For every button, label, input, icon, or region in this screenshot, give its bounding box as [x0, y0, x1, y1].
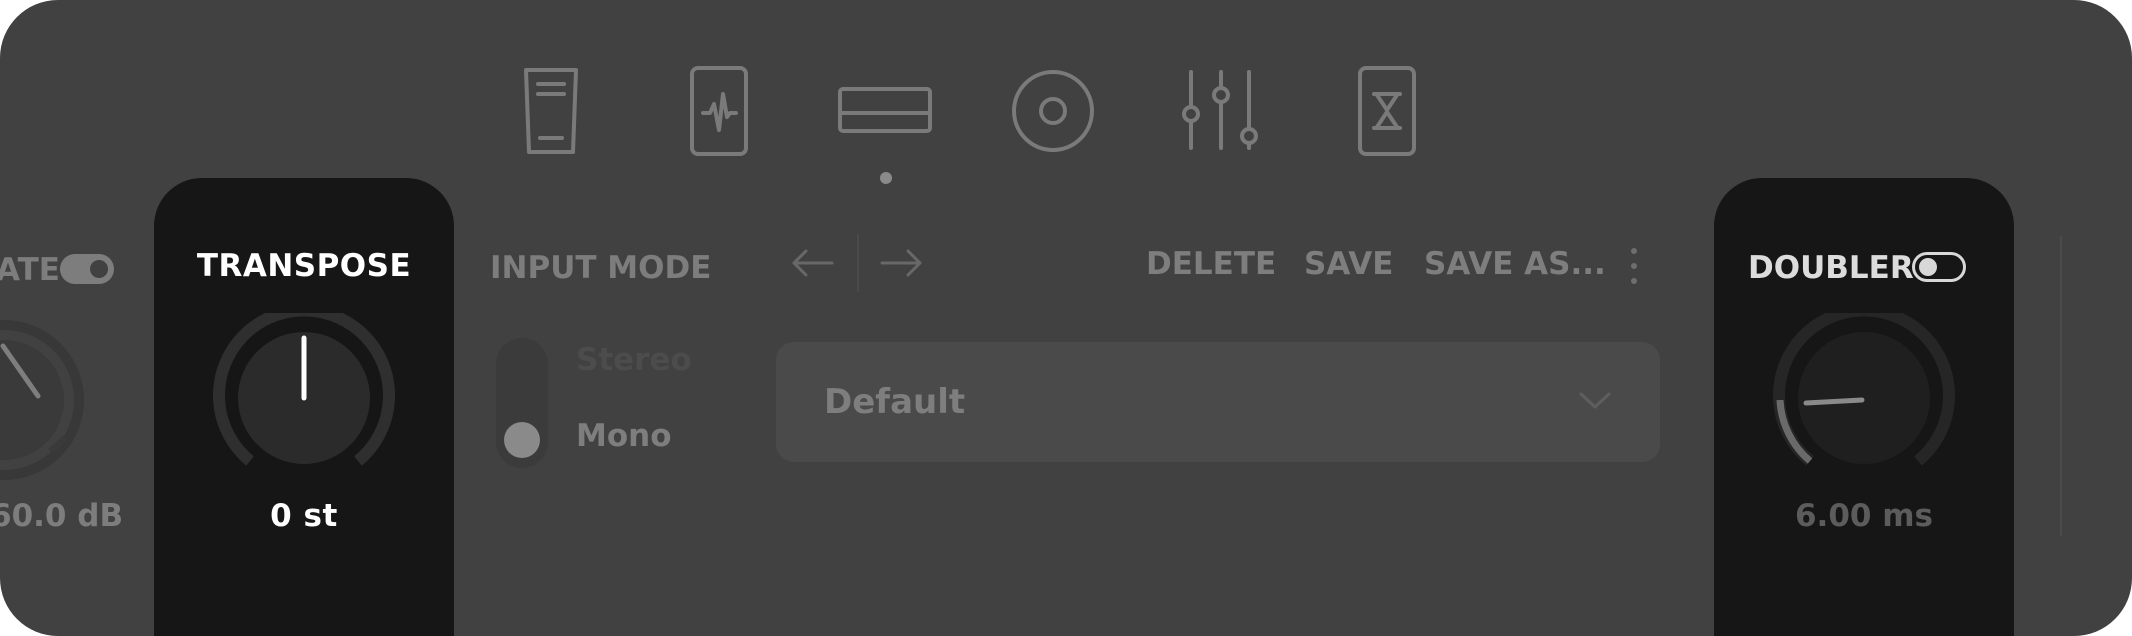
- save-as-button[interactable]: SAVE AS...: [1424, 246, 1606, 282]
- preset-dropdown[interactable]: Default: [776, 342, 1660, 462]
- rack-unit-icon[interactable]: [836, 84, 936, 136]
- hourglass-card-icon[interactable]: [1354, 64, 1420, 158]
- left-partial-label: ATE: [0, 252, 60, 288]
- doubler-knob[interactable]: [1769, 313, 1959, 503]
- preset-selected: Default: [824, 382, 966, 422]
- more-options-icon[interactable]: [1626, 246, 1642, 286]
- left-partial-knob[interactable]: [0, 312, 135, 522]
- speaker-icon[interactable]: [1010, 68, 1096, 154]
- left-partial-section: ATE 60.0 dB: [0, 232, 150, 552]
- save-button[interactable]: SAVE: [1304, 246, 1393, 282]
- forward-arrow-icon[interactable]: [878, 248, 924, 278]
- waveform-card-icon[interactable]: [686, 64, 752, 158]
- input-mode-thumb: [504, 422, 540, 458]
- transpose-value: 0 st: [270, 498, 338, 534]
- plugin-window: ATE 60.0 dB TRANSPOSE 0 st INPUT MODE St…: [0, 0, 2132, 636]
- back-arrow-icon[interactable]: [790, 248, 836, 278]
- doubler-label: DOUBLER: [1748, 250, 1914, 286]
- doubler-panel: DOUBLER 6.00 ms: [1714, 178, 2014, 636]
- doubler-value: 6.00 ms: [1794, 498, 1934, 534]
- transpose-panel: TRANSPOSE 0 st: [154, 178, 454, 636]
- pedal-icon[interactable]: [518, 64, 584, 158]
- delete-button[interactable]: DELETE: [1146, 246, 1276, 282]
- input-mode-switch[interactable]: [496, 338, 548, 468]
- toolbar-divider: [857, 234, 859, 292]
- input-mode-option-stereo[interactable]: Stereo: [576, 342, 692, 378]
- right-divider: [2060, 236, 2062, 536]
- active-page-indicator: [880, 172, 892, 184]
- chevron-down-icon: [1579, 392, 1611, 409]
- left-partial-value: 60.0 dB: [0, 498, 124, 534]
- input-mode-label: INPUT MODE: [490, 250, 712, 286]
- mixer-sliders-icon[interactable]: [1176, 66, 1260, 156]
- input-mode-option-mono[interactable]: Mono: [576, 418, 672, 454]
- transpose-knob[interactable]: [209, 313, 399, 503]
- transpose-label: TRANSPOSE: [196, 248, 412, 284]
- left-partial-toggle[interactable]: [60, 254, 114, 284]
- doubler-toggle[interactable]: [1912, 252, 1966, 282]
